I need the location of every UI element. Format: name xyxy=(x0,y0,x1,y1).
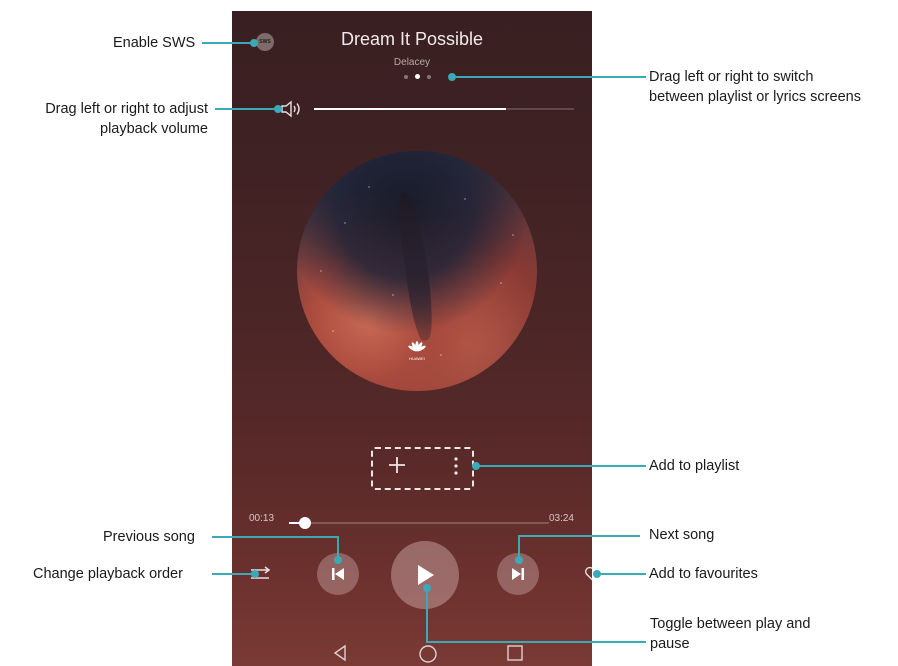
total-time: 03:24 xyxy=(548,513,574,524)
page-dot-album xyxy=(415,74,420,79)
callout-switch: Drag left or right to switch between pla… xyxy=(649,67,861,107)
callout-enable-sws: Enable SWS xyxy=(113,35,196,51)
callout-next-song: Next song xyxy=(649,527,715,543)
volume-icon xyxy=(280,99,304,124)
current-time: 00:13 xyxy=(249,513,275,524)
callout-switch-line2: between playlist or lyrics screens xyxy=(649,89,861,105)
page-dot-playlist xyxy=(404,74,408,79)
callout-volume-line2: playback volume xyxy=(100,121,208,137)
callout-add-playlist: Add to playlist xyxy=(649,458,740,474)
previous-song-button[interactable] xyxy=(317,553,359,595)
volume-slider[interactable] xyxy=(314,108,574,110)
huawei-logo-text: HUAWEI xyxy=(409,356,425,361)
callout-volume: Drag left or right to adjust playback vo… xyxy=(10,99,208,139)
artist-name: Delacey xyxy=(393,57,431,68)
heart-outline-icon[interactable] xyxy=(584,566,592,587)
callout-add-favourites: Add to favourites xyxy=(649,566,758,582)
skip-next-icon xyxy=(512,568,524,580)
back-triangle-icon[interactable] xyxy=(332,644,348,666)
song-title: Dream It Possible xyxy=(340,29,484,49)
music-player-screen: SWS Dream It Possible Delacey HUAWEI 00:… xyxy=(232,11,592,666)
progress-slider[interactable] xyxy=(289,517,549,529)
volume-slider-fill xyxy=(314,108,507,110)
progress-knob[interactable] xyxy=(298,517,311,529)
callout-toggle-play: Toggle between play and pause xyxy=(650,614,810,654)
plus-icon[interactable] xyxy=(387,454,407,482)
more-vertical-icon[interactable] xyxy=(453,456,459,482)
callout-previous-song: Previous song xyxy=(103,529,195,545)
play-pause-button[interactable] xyxy=(391,541,459,609)
huawei-petals-icon xyxy=(408,341,426,352)
callout-volume-line1: Drag left or right to adjust xyxy=(45,101,208,117)
page-indicator[interactable] xyxy=(404,74,431,79)
skip-previous-icon xyxy=(332,568,344,580)
callout-toggle-line2: pause xyxy=(650,636,690,652)
callout-switch-line1: Drag left or right to switch xyxy=(649,69,814,85)
page-dot-lyrics xyxy=(427,74,431,79)
callout-dot-fav xyxy=(593,570,601,578)
play-icon xyxy=(418,565,434,585)
home-circle-icon[interactable] xyxy=(418,644,438,666)
album-artwork[interactable]: HUAWEI xyxy=(297,151,537,391)
shuffle-order-icon[interactable] xyxy=(250,566,272,587)
huawei-logo: HUAWEI xyxy=(404,341,430,361)
callout-change-order: Change playback order xyxy=(33,566,183,582)
next-song-button[interactable] xyxy=(497,553,539,595)
callout-toggle-line1: Toggle between play and xyxy=(650,616,811,632)
recent-square-icon[interactable] xyxy=(506,644,524,666)
